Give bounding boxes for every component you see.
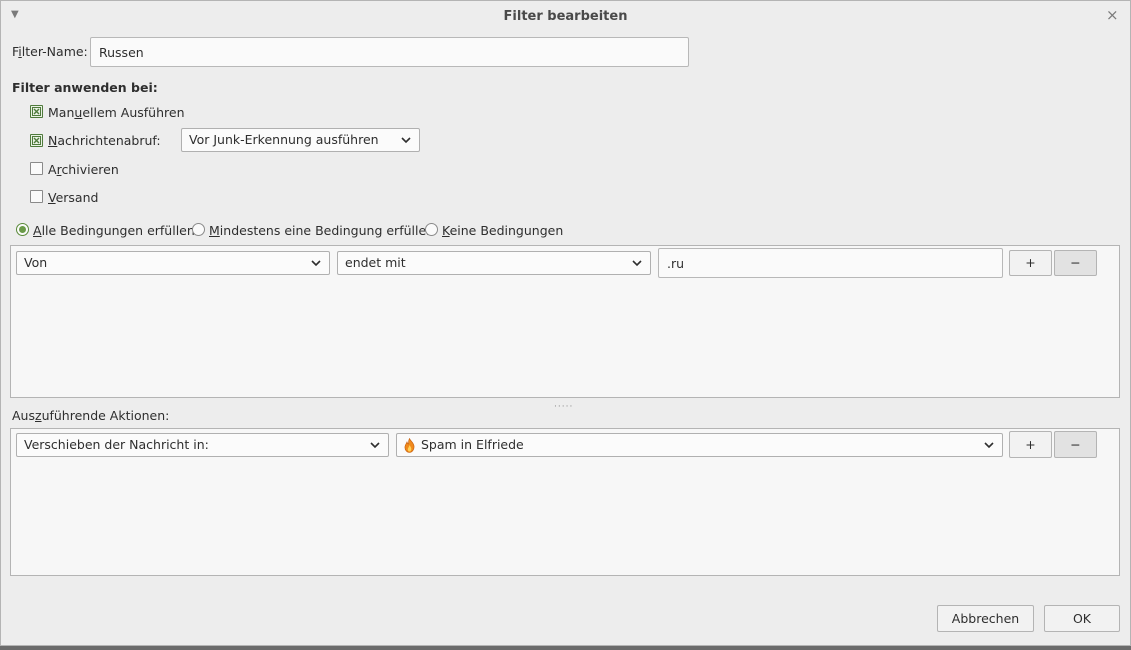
action-target-value: Spam in Elfriede (421, 437, 524, 452)
match-all-label[interactable]: Alle Bedingungen erfüllen (33, 223, 195, 238)
filter-name-input[interactable] (90, 37, 689, 67)
send-label[interactable]: Versand (48, 190, 98, 205)
action-target-select[interactable]: Spam in Elfriede (396, 433, 1003, 457)
fetch-timing-select[interactable]: Vor Junk-Erkennung ausführen (181, 128, 420, 152)
splitter-grip[interactable]: ····· (554, 402, 573, 412)
close-icon[interactable]: × (1106, 6, 1119, 24)
actions-label: Auszuführende Aktionen: (12, 408, 170, 423)
cancel-button[interactable]: Abbrechen (937, 605, 1034, 632)
condition-field-value: Von (24, 255, 48, 270)
add-condition-button[interactable]: + (1009, 250, 1052, 276)
match-none-label[interactable]: Keine Bedingungen (442, 223, 563, 238)
action-type-value: Verschieben der Nachricht in: (24, 437, 209, 452)
apply-heading: Filter anwenden bei: (12, 80, 158, 95)
chevron-down-icon (401, 137, 411, 144)
manual-run-label[interactable]: Manuellem Ausführen (48, 105, 185, 120)
dialog-title: Filter bearbeiten (503, 9, 628, 24)
remove-condition-button[interactable]: − (1054, 250, 1097, 276)
ok-button[interactable]: OK (1044, 605, 1120, 632)
condition-operator-select[interactable]: endet mit (337, 251, 651, 275)
chevron-down-icon (311, 260, 321, 267)
archive-label[interactable]: Archivieren (48, 162, 119, 177)
remove-action-button[interactable]: − (1054, 431, 1097, 458)
chevron-down-icon (984, 442, 994, 449)
filter-dialog: ▼ Filter bearbeiten × Filter-Name: Filte… (0, 0, 1131, 646)
fetch-label[interactable]: Nachrichtenabruf: (48, 133, 161, 148)
send-checkbox[interactable] (30, 190, 43, 203)
archive-checkbox[interactable] (30, 162, 43, 175)
filter-name-label: Filter-Name: (12, 44, 88, 59)
check-mark-icon (32, 136, 41, 145)
match-none-radio[interactable] (425, 223, 438, 236)
condition-field-select[interactable]: Von (16, 251, 330, 275)
condition-operator-value: endet mit (345, 255, 406, 270)
check-mark-icon (32, 107, 41, 116)
condition-value-input[interactable] (658, 248, 1003, 278)
flame-icon (404, 438, 415, 453)
action-type-select[interactable]: Verschieben der Nachricht in: (16, 433, 389, 457)
fetch-timing-value: Vor Junk-Erkennung ausführen (189, 132, 379, 147)
match-any-radio[interactable] (192, 223, 205, 236)
match-any-label[interactable]: Mindestens eine Bedingung erfüllen (209, 223, 434, 238)
chevron-down-icon (370, 442, 380, 449)
fetch-checkbox[interactable] (30, 134, 43, 147)
match-all-radio[interactable] (16, 223, 29, 236)
add-action-button[interactable]: + (1009, 431, 1052, 458)
manual-run-checkbox[interactable] (30, 105, 43, 118)
chevron-down-icon (632, 260, 642, 267)
